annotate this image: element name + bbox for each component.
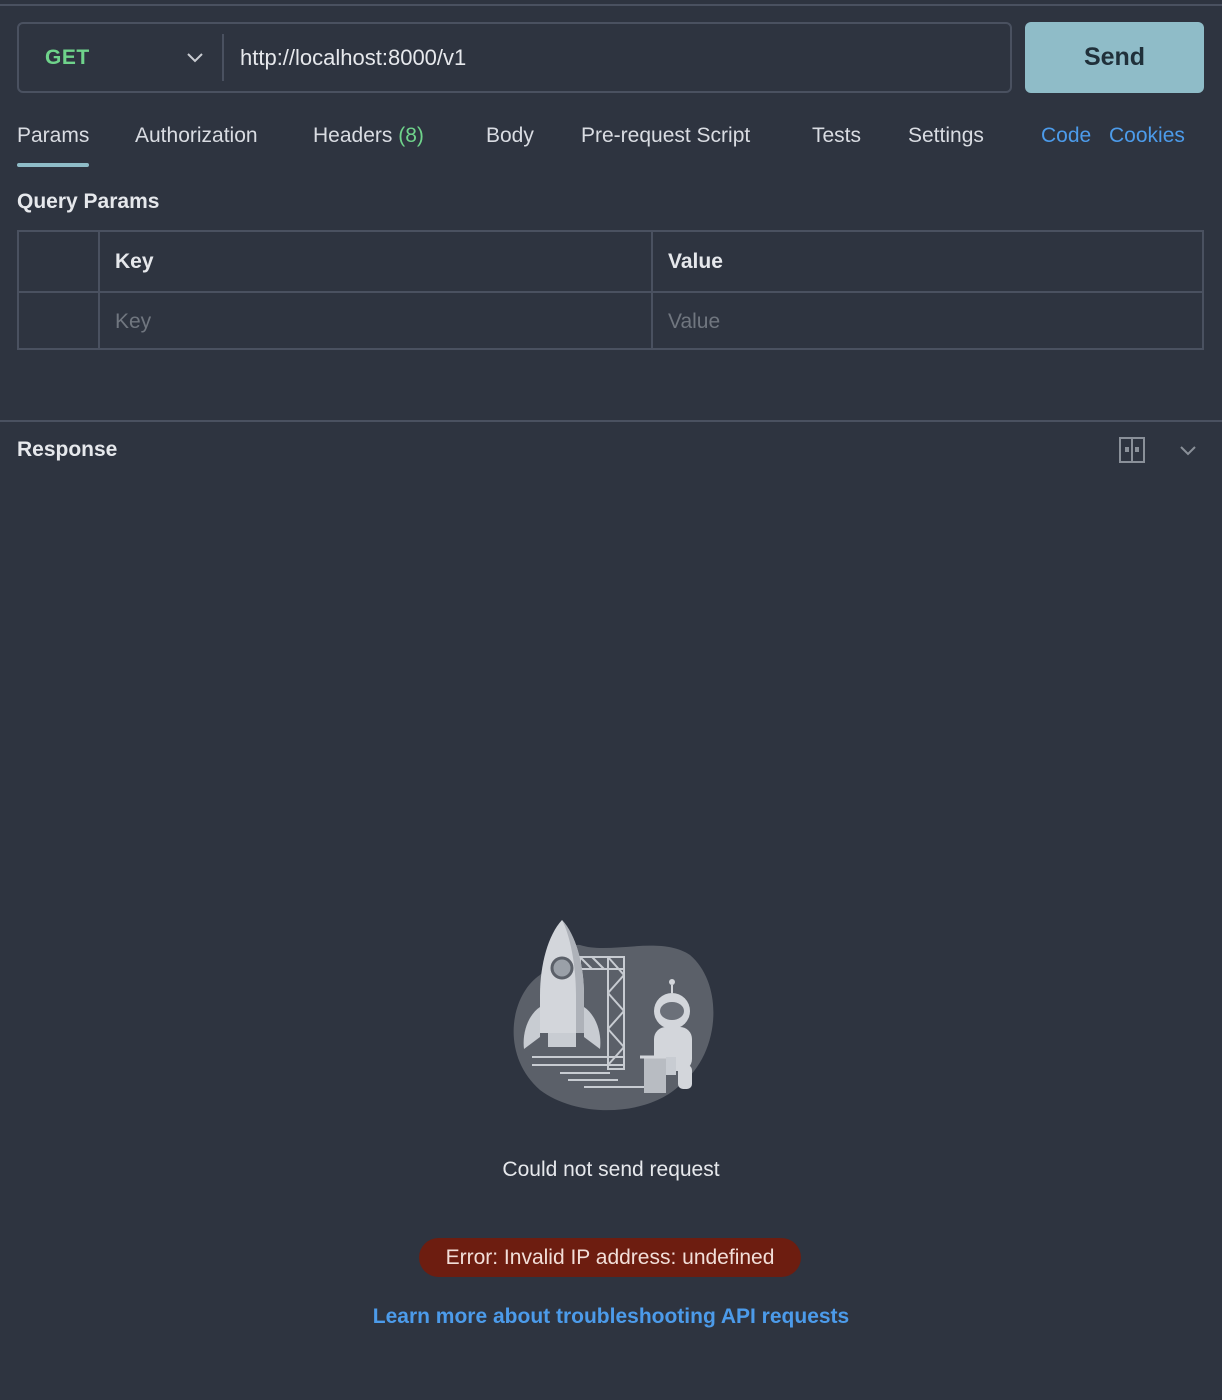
tab-pre-request-script[interactable]: Pre-request Script [581,124,750,148]
tab-settings[interactable]: Settings [908,124,984,148]
table-row: Key Value [19,291,1202,350]
key-input[interactable]: Key [100,293,653,350]
chevron-down-icon[interactable] [1179,444,1197,462]
tab-label: Headers [313,124,393,147]
tab-label: Pre-request Script [581,124,751,147]
value-column-header: Value [668,249,723,273]
table-header-row: Key Value [19,232,1202,291]
rocket-astronaut-illustration [500,915,722,1115]
send-button[interactable]: Send [1025,22,1204,93]
method-label: GET [45,45,90,69]
row-checkbox-cell[interactable] [19,293,100,350]
response-title: Response [17,438,118,461]
code-link[interactable]: Code [1041,124,1091,148]
cookies-link[interactable]: Cookies [1109,124,1185,148]
query-params-table: Key Value Key Value [17,230,1204,350]
url-input[interactable]: http://localhost:8000/v1 [224,45,466,71]
tab-tests[interactable]: Tests [812,124,861,148]
response-message: Could not send request [502,1158,720,1181]
tab-label: Settings [908,124,984,147]
learn-more-link[interactable]: Learn more about troubleshooting API req… [0,1305,1222,1329]
chevron-down-icon [186,52,204,64]
value-input[interactable]: Value [653,293,1203,350]
error-badge: Error: Invalid IP address: undefined [419,1238,801,1277]
tab-params[interactable]: Params [17,124,90,167]
checkbox-column-header [19,232,100,291]
tab-body[interactable]: Body [486,124,534,148]
headers-count: (8) [398,124,424,147]
tab-label: Body [486,124,534,147]
key-column-header: Key [100,232,653,291]
method-selector[interactable]: GET [19,34,224,81]
top-border [0,0,1222,6]
split-layout-icon[interactable] [1118,436,1146,469]
request-tabs: Params Authorization Headers (8) Body Pr… [17,118,1207,168]
request-bar: GET http://localhost:8000/v1 [17,22,1012,93]
tab-label: Authorization [135,124,258,147]
tab-headers[interactable]: Headers (8) [313,124,424,148]
tab-label: Params [17,124,90,147]
query-params-title: Query Params [17,190,160,213]
tab-label: Tests [812,124,862,147]
tab-authorization[interactable]: Authorization [135,124,258,148]
pane-divider[interactable] [0,420,1222,422]
response-controls [1118,436,1197,469]
